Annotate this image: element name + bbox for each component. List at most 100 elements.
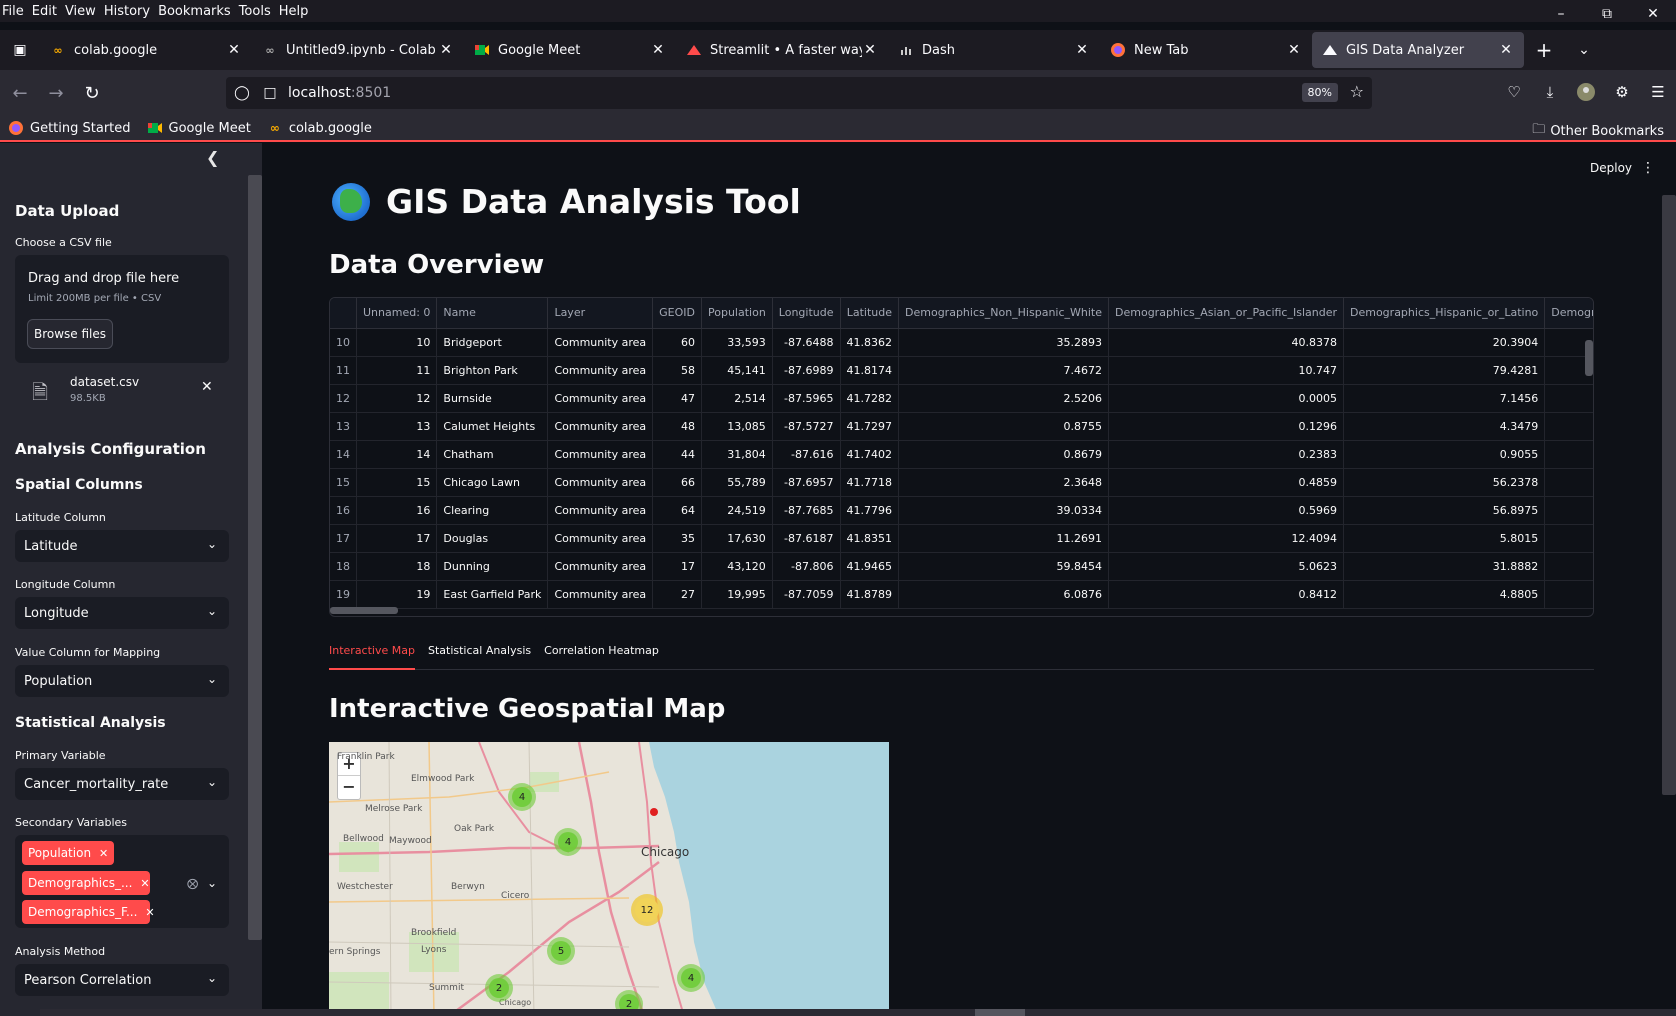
other-bookmarks[interactable]: 🗀 Other Bookmarks bbox=[1532, 120, 1664, 142]
table-cell[interactable]: 0.8679 bbox=[898, 440, 1110, 469]
table-cell[interactable]: 17 bbox=[652, 552, 702, 581]
deploy-button[interactable]: Deploy bbox=[1590, 161, 1632, 175]
row-index[interactable]: 14 bbox=[330, 440, 357, 469]
close-tab-icon[interactable]: ✕ bbox=[862, 42, 878, 58]
sidebar-toggle-icon[interactable]: ▣ bbox=[0, 32, 40, 68]
table-cell[interactable]: 31,804 bbox=[701, 440, 773, 469]
analysis-method-select[interactable]: Pearson Correlation ⌄ bbox=[15, 964, 229, 996]
menu-history[interactable]: History bbox=[102, 4, 156, 19]
table-row[interactable]: 16 16 Clearing Community area 64 24,519 -87.76… bbox=[330, 496, 1593, 525]
table-cell[interactable]: 2.5206 bbox=[898, 384, 1110, 413]
table-cell[interactable]: 0.9055 bbox=[1343, 440, 1546, 469]
row-index[interactable]: 11 bbox=[330, 356, 357, 385]
table-cell[interactable]: -87.7685 bbox=[772, 496, 841, 525]
table-row[interactable]: 11 11 Brighton Park Community area 58 45,141-… bbox=[330, 356, 1593, 385]
table-cell[interactable]: 55,789 bbox=[701, 468, 773, 497]
table-cell[interactable]: 64 bbox=[652, 496, 702, 525]
table-cell[interactable]: Chatham bbox=[436, 440, 549, 469]
table-cell[interactable]: Chicago Lawn bbox=[436, 468, 549, 497]
table-cell[interactable]: Burnside bbox=[436, 384, 549, 413]
table-cell[interactable]: 41.7297 bbox=[840, 412, 900, 441]
table-cell[interactable]: -87.5727 bbox=[772, 412, 841, 441]
table-cell[interactable]: 47 bbox=[652, 384, 702, 413]
column-header[interactable]: Demographics_Hispanic_or_Latino bbox=[1343, 298, 1546, 329]
table-cell[interactable]: 41.9465 bbox=[840, 552, 900, 581]
data-table[interactable]: Unnamed: 0 Name Layer GEOID Population L… bbox=[329, 297, 1594, 617]
table-cell[interactable]: 17 bbox=[356, 524, 438, 553]
extensions-icon[interactable]: ⚙ bbox=[1604, 76, 1640, 108]
table-cell[interactable]: Community area bbox=[547, 384, 654, 413]
table-cell[interactable]: Community area bbox=[547, 552, 654, 581]
table-cell[interactable]: -87.6187 bbox=[772, 524, 841, 553]
table-cell[interactable]: 40.8378 bbox=[1108, 328, 1344, 357]
table-cell[interactable]: Community area bbox=[547, 524, 654, 553]
menu-help[interactable]: Help bbox=[277, 4, 315, 19]
table-row[interactable]: 12 12 Burnside Community area 47 2,514 -87.596… bbox=[330, 384, 1593, 413]
table-cell[interactable]: 0.0416 bbox=[1544, 524, 1593, 553]
column-header[interactable]: Population bbox=[701, 298, 773, 329]
close-tab-icon[interactable]: ✕ bbox=[1498, 42, 1514, 58]
table-cell[interactable]: 0.0012 bbox=[1544, 384, 1593, 413]
table-cell[interactable]: Community area bbox=[547, 496, 654, 525]
table-cell[interactable]: 45,141 bbox=[701, 356, 773, 385]
column-header[interactable]: Demographics_Asian_or_Pacific_Islander bbox=[1108, 298, 1344, 329]
browser-tab-streamlit[interactable]: Streamlit • A faster way to buil ✕ bbox=[676, 32, 888, 68]
table-cell[interactable]: 20.3904 bbox=[1343, 328, 1546, 357]
table-cell[interactable]: -87.6488 bbox=[772, 328, 841, 357]
more-options-icon[interactable]: ⋮ bbox=[1641, 160, 1655, 176]
page-horizontal-scrollbar[interactable] bbox=[975, 1009, 1025, 1016]
table-row[interactable]: 15 15 Chicago Lawn Community area 66 55,789 -8… bbox=[330, 468, 1593, 497]
map-cluster[interactable]: 4 bbox=[554, 828, 582, 856]
table-cell[interactable]: 41.7796 bbox=[840, 496, 900, 525]
row-index[interactable]: 18 bbox=[330, 552, 357, 581]
collapse-sidebar-icon[interactable]: ❮ bbox=[206, 148, 219, 167]
new-tab-icon[interactable]: + bbox=[1524, 32, 1564, 68]
chip-population[interactable]: Population ✕ bbox=[22, 841, 115, 865]
table-row[interactable]: 14 14 Chatham Community area 44 31,804 -87.616… bbox=[330, 440, 1593, 469]
reload-icon[interactable]: ↻ bbox=[74, 77, 110, 109]
remove-chip-icon[interactable]: ✕ bbox=[99, 847, 108, 860]
table-cell[interactable]: Clearing bbox=[436, 496, 549, 525]
remove-file-icon[interactable]: ✕ bbox=[201, 379, 213, 395]
table-row[interactable]: 13 13 Calumet Heights Community area 48 13,08… bbox=[330, 412, 1593, 441]
table-row[interactable]: 17 17 Douglas Community area 35 17,630 -87.618… bbox=[330, 524, 1593, 553]
table-cell[interactable]: 19 bbox=[356, 580, 438, 609]
table-cell[interactable]: 0.8412 bbox=[1108, 580, 1344, 609]
table-cell[interactable]: -87.6989 bbox=[772, 356, 841, 385]
table-cell[interactable]: 31.8882 bbox=[1343, 552, 1546, 581]
map-cluster[interactable]: 4 bbox=[677, 964, 705, 992]
minimize-icon[interactable]: – bbox=[1538, 0, 1584, 28]
table-cell[interactable]: East Garfield Park bbox=[436, 580, 549, 609]
close-tab-icon[interactable]: ✕ bbox=[226, 42, 242, 58]
table-cell[interactable]: -87.7059 bbox=[772, 580, 841, 609]
table-cell[interactable]: -87.5965 bbox=[772, 384, 841, 413]
chip-demographics-2[interactable]: Demographics_F... ✕ bbox=[22, 900, 155, 924]
menu-view[interactable]: View bbox=[63, 4, 102, 19]
table-cell[interactable]: 2,514 bbox=[701, 384, 773, 413]
table-cell[interactable]: Brighton Park bbox=[436, 356, 549, 385]
table-cell[interactable]: 12 bbox=[356, 384, 438, 413]
table-cell[interactable]: Bridgeport bbox=[436, 328, 549, 357]
table-cell[interactable]: 13 bbox=[356, 412, 438, 441]
table-cell[interactable]: 33,593 bbox=[701, 328, 773, 357]
table-cell[interactable]: Douglas bbox=[436, 524, 549, 553]
close-tab-icon[interactable]: ✕ bbox=[1074, 42, 1090, 58]
table-cell[interactable]: 0.8755 bbox=[898, 412, 1110, 441]
browse-files-button[interactable]: Browse files bbox=[27, 319, 113, 349]
row-index[interactable]: 19 bbox=[330, 580, 357, 609]
url-bar[interactable]: ◯ □ localhost:8501 80% ☆ bbox=[226, 77, 1372, 109]
secondary-variables-multiselect[interactable]: Population ✕ Demographics_... ✕ Demograp… bbox=[15, 835, 229, 928]
table-cell[interactable]: 41.8174 bbox=[840, 356, 900, 385]
row-index[interactable]: 15 bbox=[330, 468, 357, 497]
table-cell[interactable]: 17,630 bbox=[701, 524, 773, 553]
table-cell[interactable]: 19,995 bbox=[701, 580, 773, 609]
row-index[interactable]: 10 bbox=[330, 328, 357, 357]
table-row[interactable]: 18 18 Dunning Community area 17 43,120 -87.806… bbox=[330, 552, 1593, 581]
zoom-level[interactable]: 80% bbox=[1301, 83, 1338, 102]
pocket-icon[interactable]: ♡ bbox=[1496, 76, 1532, 108]
table-row[interactable]: 19 19 East Garfield Park Community area 27 19… bbox=[330, 580, 1593, 609]
map-cluster[interactable]: 2 bbox=[485, 974, 513, 1002]
table-cell[interactable]: -87.6957 bbox=[772, 468, 841, 497]
bookmark-star-icon[interactable]: ☆ bbox=[1350, 82, 1364, 101]
table-cell[interactable]: 4.8805 bbox=[1343, 580, 1546, 609]
